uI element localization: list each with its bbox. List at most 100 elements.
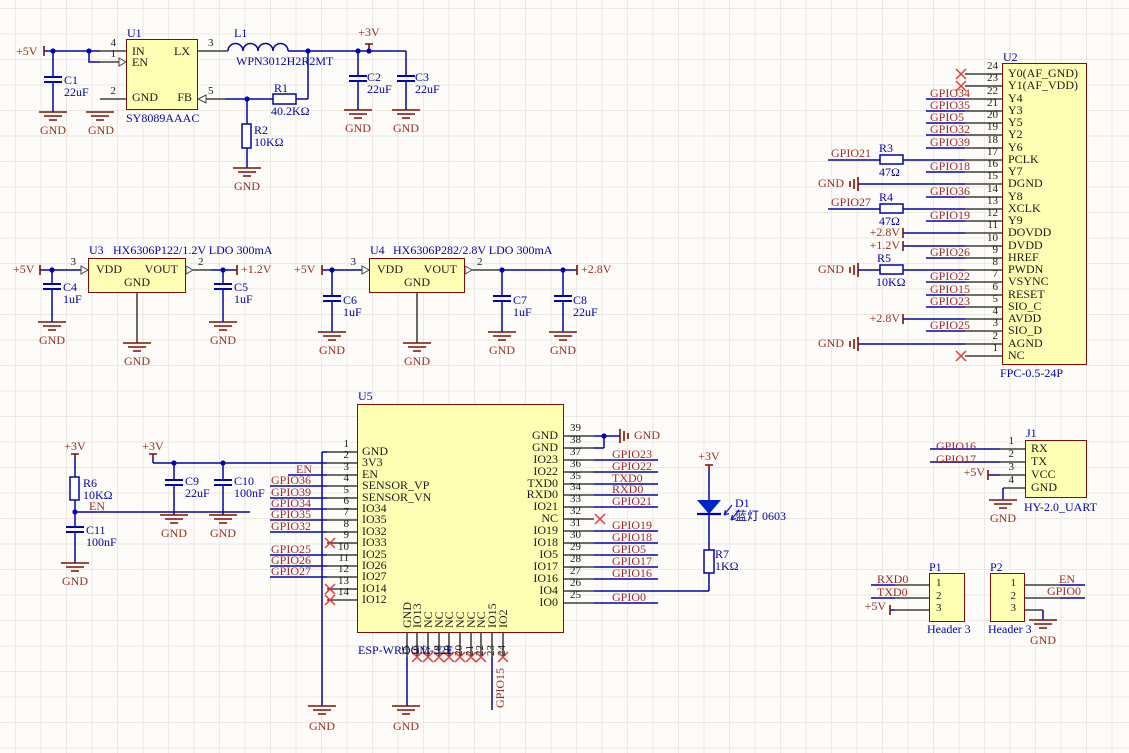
ldo-2v8-u4-net-label: +5V <box>294 263 315 275</box>
headers-p1-p2-pin-number: 1 <box>1011 578 1017 589</box>
esp32-module-u5-pin-number: 12 <box>338 564 349 575</box>
ldo-1v2-u3-ref-label: U3 <box>89 244 104 256</box>
camera-connector-u2-pin-number: 20 <box>987 110 998 121</box>
esp32-module-u5-pin-number: 33 <box>570 494 581 505</box>
uart-connector-j1-pin-name: VCC <box>1031 468 1056 480</box>
camera-connector-u2-pin-number: 9 <box>993 245 999 256</box>
esp32-module-u5-net-label: GND <box>634 429 660 441</box>
buck-converter-u1-ref-label: 10KΩ <box>254 136 284 148</box>
camera-connector-u2-pin-number: 5 <box>993 294 999 305</box>
esp32-module-u5-pin-number: 32 <box>570 506 581 517</box>
camera-connector-u2-pin-number: 17 <box>987 147 998 158</box>
ldo-2v8-u4-pin-name: VOUT <box>424 263 457 275</box>
camera-connector-u2-pin-number: 8 <box>993 257 999 268</box>
camera-connector-u2-ref-label: R3 <box>879 142 893 154</box>
ldo-2v8-u4-net-label: +2.8V <box>581 263 611 275</box>
camera-connector-u2-net-label: GND <box>818 263 844 275</box>
esp32-module-u5-net-label: GPIO16 <box>612 567 652 579</box>
camera-connector-u2-pin-number: 4 <box>993 306 999 317</box>
buck-converter-u1-net-label: +5V <box>16 45 37 57</box>
ldo-2v8-u4-pin-number: 3 <box>351 257 357 268</box>
uart-connector-j1-ref-label: HY-2.0_UART <box>1024 501 1097 513</box>
camera-connector-u2-net-label: GPIO19 <box>930 209 970 221</box>
camera-connector-u2-ref-label: 10KΩ <box>876 276 906 288</box>
headers-p1-p2-ref-label: Header 3 <box>988 623 1032 635</box>
buck-converter-u1-ref-label: SY8089AAAC <box>126 112 199 124</box>
enable-rc-and-decoupling-ref-label: 100nF <box>234 487 265 499</box>
ldo-2v8-u4-pin-name: GND <box>404 276 430 288</box>
headers-p1-p2-net-label: +5V <box>865 600 886 612</box>
esp32-module-u5-ref-label: U5 <box>358 390 373 402</box>
buck-converter-u1-pin-name: LX <box>174 45 190 57</box>
camera-connector-u2-net-label: GPIO22 <box>930 270 970 282</box>
buck-converter-u1-pin-number: 2 <box>111 86 117 97</box>
headers-p1-p2-pin-number: 1 <box>936 578 942 589</box>
esp32-module-u5-net-label: GPIO21 <box>612 495 652 507</box>
inductor-symbol[interactable] <box>228 44 288 52</box>
camera-connector-u2-pin-number: 22 <box>987 86 998 97</box>
ldo-1v2-u3-pin-name: VOUT <box>145 263 178 275</box>
ldo-1v2-u3-ref-label: 1uF <box>234 293 253 305</box>
esp32-module-u5-pin-number: 37 <box>570 447 581 458</box>
esp32-module-u5-net-label: GPIO32 <box>271 520 311 532</box>
headers-p1-p2-net-label: GND <box>1030 634 1056 646</box>
camera-connector-u2-ref-label: U2 <box>1003 51 1018 63</box>
esp32-module-u5-pin-name: IO2 <box>497 609 509 628</box>
esp32-module-u5-pin-number: 27 <box>570 566 581 577</box>
buck-converter-u1-pin-name: EN <box>132 56 148 68</box>
camera-connector-u2-pin-number: 15 <box>987 171 998 182</box>
camera-connector-u2-ref-label: 47Ω <box>879 166 900 178</box>
uart-connector-j1-pin-name: RX <box>1031 442 1048 454</box>
buck-converter-u1-ref-label: WPN3012H2R2MT <box>236 55 333 67</box>
uart-connector-j1-pin-number: 1 <box>1009 436 1015 447</box>
buck-converter-u1-net-label: GND <box>345 122 371 134</box>
camera-connector-u2-pin-number: 13 <box>987 196 998 207</box>
ldo-1v2-u3-pin-number: 2 <box>198 257 204 268</box>
buck-converter-u1-ref-label: L1 <box>234 27 247 39</box>
ldo-2v8-u4-ref-label: 22uF <box>573 306 598 318</box>
camera-connector-u2-net-label: +2.8V <box>870 312 900 324</box>
ldo-1v2-u3-pin-name: VDD <box>96 263 122 275</box>
ldo-2v8-u4-ref-label: U4 <box>370 244 385 256</box>
uart-connector-j1-net-label: +5V <box>964 466 985 478</box>
headers-p1-p2-ref-label: Header 3 <box>927 623 971 635</box>
enable-rc-and-decoupling-ref-label: 100nF <box>86 536 117 548</box>
ldo-1v2-u3-ref-label: HX6306P122/1.2V LDO 300mA <box>113 244 272 256</box>
enable-rc-and-decoupling-ref-label: 22uF <box>185 487 210 499</box>
esp32-module-u5-pin-number: 24 <box>497 645 508 656</box>
camera-connector-u2-net-label: GPIO25 <box>930 319 970 331</box>
camera-connector-u2-pin-number: 19 <box>987 122 998 133</box>
buck-converter-u1-ref-label: 40.2KΩ <box>271 105 310 117</box>
enable-rc-and-decoupling-net-label: GND <box>161 527 187 539</box>
component-body-P1[interactable] <box>929 573 965 622</box>
esp32-module-u5-net-label: GPIO27 <box>271 565 311 577</box>
status-led-ref-label: 1KΩ <box>715 560 739 572</box>
headers-p1-p2-pin-number: 2 <box>936 591 942 602</box>
esp32-module-u5-net-label: GPIO15 <box>494 668 506 708</box>
status-led-net-label: +3V <box>698 450 719 462</box>
uart-connector-j1-ref-label: J1 <box>1026 427 1037 439</box>
esp32-module-u5-pin-name: IO0 <box>539 596 558 608</box>
camera-connector-u2-net-label: +1.2V <box>870 239 900 251</box>
component-body-P2[interactable] <box>990 573 1025 622</box>
camera-connector-u2-net-label: GPIO36 <box>930 185 970 197</box>
headers-p1-p2-net-label: GPIO0 <box>1047 585 1081 597</box>
buck-converter-u1-net-label: +3V <box>358 26 379 38</box>
uart-connector-j1-pin-number: 3 <box>1009 462 1015 473</box>
camera-connector-u2-net-label: GND <box>818 337 844 349</box>
buck-converter-u1-net-label: GND <box>40 124 66 136</box>
camera-connector-u2-net-label: GPIO21 <box>831 147 871 159</box>
headers-p1-p2-pin-number: 2 <box>1011 591 1017 602</box>
esp32-module-u5-pin-number: 34 <box>570 482 581 493</box>
enable-rc-and-decoupling-net-label: GND <box>210 527 236 539</box>
ldo-1v2-u3-net-label: +1.2V <box>241 263 271 275</box>
uart-connector-j1-pin-number: 4 <box>1009 475 1015 486</box>
ldo-1v2-u3-net-label: GND <box>210 334 236 346</box>
led-symbol[interactable] <box>697 500 739 520</box>
ldo-2v8-u4-net-label: GND <box>319 344 345 356</box>
headers-p1-p2-net-label: RXD0 <box>877 573 908 585</box>
camera-connector-u2-pin-number: 16 <box>987 159 998 170</box>
status-led-ref-label: D1 <box>735 497 750 509</box>
buck-converter-u1-net-label: GND <box>234 180 260 192</box>
uart-connector-j1-pin-name: TX <box>1031 455 1047 467</box>
